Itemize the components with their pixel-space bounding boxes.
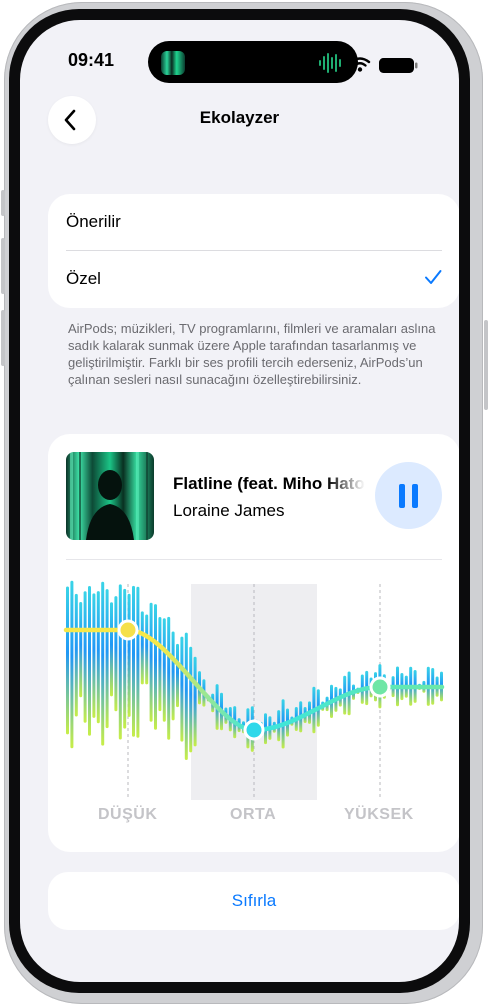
spectrum-bar bbox=[110, 602, 113, 697]
spectrum-bar bbox=[105, 589, 109, 729]
description-text: AirPods; müzikleri, TV programlarını, fi… bbox=[68, 321, 436, 387]
option-custom[interactable]: Özel bbox=[48, 251, 459, 307]
pause-button[interactable] bbox=[375, 462, 442, 529]
option-recommended[interactable]: Önerilir bbox=[48, 194, 459, 250]
now-playing-card: Flatline (feat. Miho Hatori) Loraine Jam… bbox=[48, 434, 459, 852]
wifi-icon bbox=[349, 57, 371, 72]
spectrum-bar bbox=[171, 631, 175, 721]
reset-button[interactable]: Sıfırla bbox=[48, 872, 459, 930]
spectrum-bar bbox=[176, 643, 179, 708]
spectrum-bar bbox=[193, 656, 197, 747]
spectrum-bar bbox=[74, 593, 78, 717]
checkmark-icon bbox=[425, 270, 442, 284]
spectrum-bar bbox=[118, 584, 122, 740]
track-title: Flatline (feat. Miho Hatori) bbox=[173, 474, 365, 493]
spectrum-bar bbox=[136, 586, 140, 738]
eq-handle-high[interactable] bbox=[369, 676, 391, 698]
spectrum-bar bbox=[167, 616, 171, 740]
spectrum-bar bbox=[180, 636, 184, 742]
volume-up-button bbox=[1, 238, 5, 294]
spectrum-bar bbox=[158, 617, 162, 712]
spectrum-bar bbox=[101, 581, 105, 746]
spectrum-bar bbox=[96, 591, 100, 724]
spectrum-bar bbox=[83, 591, 87, 723]
phone-bezel: 09:41 Ekolayzer Önerilir Özel AirPods; m… bbox=[9, 9, 470, 993]
spectrum-bar bbox=[114, 596, 118, 712]
spectrum-bar bbox=[92, 593, 96, 718]
spectrum-bar bbox=[66, 586, 69, 735]
band-label-mid: ORTA bbox=[230, 806, 277, 823]
power-button bbox=[484, 320, 488, 410]
spectrum-bar bbox=[162, 618, 166, 722]
eq-options-card: Önerilir Özel bbox=[48, 194, 459, 308]
dynamic-island[interactable] bbox=[148, 41, 358, 83]
battery-icon bbox=[379, 58, 418, 73]
screen: 09:41 Ekolayzer Önerilir Özel AirPods; m… bbox=[20, 20, 459, 982]
page-title: Ekolayzer bbox=[199, 108, 280, 127]
spectrum-bar bbox=[88, 586, 91, 736]
spectrum-bar bbox=[149, 602, 153, 722]
spectrum-bar bbox=[123, 588, 127, 729]
eq-handle-low[interactable] bbox=[117, 619, 139, 641]
option-label: Özel bbox=[66, 269, 101, 288]
spectrum-bar bbox=[184, 632, 188, 760]
island-album-art bbox=[161, 51, 185, 75]
status-icons bbox=[349, 57, 418, 73]
option-label: Önerilir bbox=[66, 212, 121, 231]
spectrum-bar bbox=[127, 593, 131, 717]
waveform-icon bbox=[319, 53, 341, 73]
reset-label: Sıfırla bbox=[231, 891, 277, 910]
status-time: 09:41 bbox=[68, 50, 115, 70]
band-label-low: DÜŞÜK bbox=[98, 806, 158, 823]
album-art bbox=[66, 452, 154, 540]
spectrum-bar bbox=[189, 646, 193, 753]
volume-down-button bbox=[1, 310, 5, 366]
spectrum-bar bbox=[154, 604, 157, 730]
spectrum-bar bbox=[132, 585, 135, 737]
pause-icon bbox=[399, 484, 405, 508]
spectrum-bar bbox=[145, 614, 149, 685]
spectrum-bar bbox=[79, 602, 83, 698]
band-label-high: YÜKSEK bbox=[344, 806, 414, 823]
spectrum-bar bbox=[140, 611, 144, 685]
pause-icon bbox=[412, 484, 418, 508]
eq-visualizer[interactable] bbox=[48, 560, 459, 800]
side-button bbox=[1, 190, 5, 216]
track-artist: Loraine James bbox=[173, 501, 285, 520]
spectrum-bar bbox=[70, 580, 74, 749]
eq-handle-mid[interactable] bbox=[243, 719, 265, 741]
